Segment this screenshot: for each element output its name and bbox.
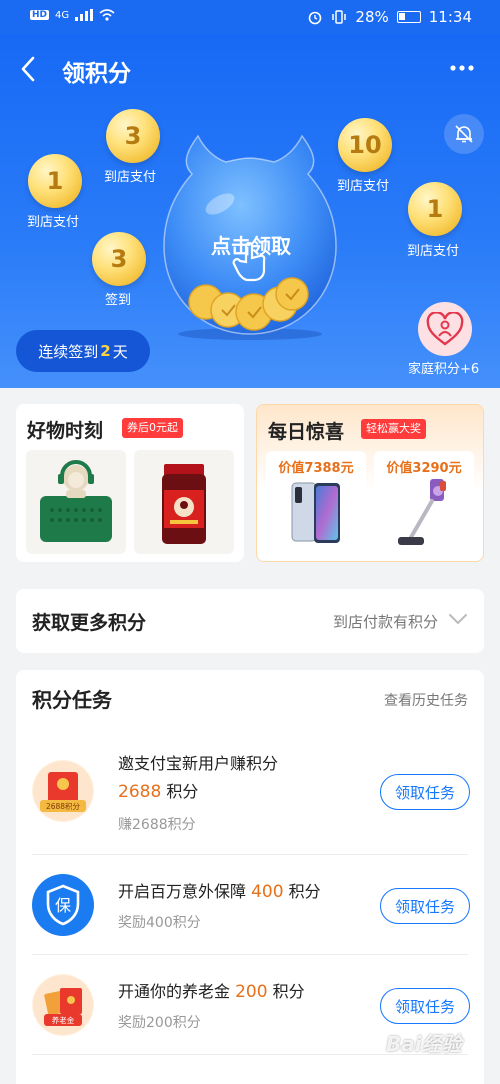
coin-label: 到店支付 [337, 179, 390, 194]
red-envelope-icon: 2688积分 [32, 760, 94, 822]
promo-card-goods[interactable]: 好物时刻 券后0元起 [16, 404, 244, 562]
vibrate-icon [332, 10, 347, 24]
alarm-icon [309, 11, 322, 25]
claim-task-button[interactable]: 领取任务 [380, 888, 470, 924]
back-icon[interactable] [20, 56, 36, 86]
insurance-shield-icon: 保 [32, 874, 94, 936]
points-tasks-section: 积分任务 查看历史任务 2688积分 邀支付宝新用户赚积分 2688 积分 赚2… [16, 670, 484, 1084]
phone-product-icon [291, 482, 340, 543]
points-coin[interactable]: 1 [28, 154, 82, 208]
streak-days: 2 [100, 342, 111, 360]
coin-label: 到店支付 [104, 170, 157, 185]
task-title: 邀支付宝新用户赚积分 [118, 754, 279, 773]
promo-tag: 券后0元起 [122, 418, 183, 438]
speaker-product-icon [40, 460, 112, 542]
task-history-link[interactable]: 查看历史任务 [384, 690, 468, 710]
section-title: 获取更多积分 [32, 612, 147, 634]
task-title: 开通你的养老金 200 积分 [118, 978, 305, 1002]
task-points-unit: 积分 [166, 782, 199, 801]
task-reward: 奖励400积分 [118, 915, 201, 931]
coin-label: 到店支付 [407, 244, 460, 259]
promo-card-daily-surprise[interactable]: 每日惊喜 轻松赢大奖 价值7388元 价值3290元 [256, 404, 484, 562]
divider [32, 954, 468, 955]
promo-title: 每日惊喜 [268, 421, 345, 443]
streak-prefix: 连续签到 [38, 342, 99, 361]
hd-badge: HD [30, 10, 50, 20]
claim-label[interactable]: 点击领取 [200, 230, 302, 259]
pension-envelope-icon: 养老金 [32, 974, 94, 1036]
family-points-label[interactable]: 家庭积分+6 [408, 358, 479, 377]
family-points-icon[interactable] [418, 302, 472, 356]
section-subtitle: 到店付款有积分 [332, 613, 438, 631]
task-reward: 赚2688积分 [118, 817, 196, 833]
product-tile-speaker[interactable] [26, 450, 126, 554]
more-points-section[interactable]: 获取更多积分 到店付款有积分 [16, 589, 484, 653]
claim-task-button[interactable]: 领取任务 [380, 774, 470, 810]
streak-suffix: 天 [112, 342, 128, 361]
watermark: Bai经验 [386, 1032, 462, 1056]
task-points-value: 400 [251, 882, 284, 902]
points-coin[interactable]: 1 [408, 182, 462, 236]
product-tile-vacuum[interactable]: 价值3290元 [374, 451, 474, 555]
task-points-value: 2688 [118, 782, 162, 802]
task-points: 2688 积分 [118, 778, 198, 802]
battery-percent: 28% [355, 8, 389, 26]
divider [32, 854, 468, 855]
network-label: 4G [55, 9, 70, 21]
task-reward: 奖励200积分 [118, 1015, 201, 1031]
task-points-unit: 积分 [288, 882, 321, 901]
task-points-value: 200 [235, 982, 268, 1002]
status-bar: HD 4G 28% 11:34 [0, 0, 500, 34]
points-coin[interactable]: 10 [338, 118, 392, 172]
sign-in-streak[interactable]: 连续签到 2 天 [16, 330, 150, 372]
promo-tag: 轻松赢大奖 [361, 419, 426, 439]
wifi-icon [99, 9, 115, 21]
coin-label: 到店支付 [27, 215, 80, 230]
section-title: 积分任务 [32, 688, 112, 712]
icon-caption: 养老金 [52, 1015, 75, 1025]
notification-bell-icon[interactable] [444, 114, 484, 154]
task-title: 开启百万意外保障 400 积分 [118, 878, 321, 902]
page-title: 领积分 [62, 61, 131, 87]
sauce-jar-product-icon [162, 464, 206, 544]
icon-caption: 保 [55, 896, 71, 915]
product-tile-phone[interactable]: 价值7388元 [266, 451, 366, 555]
signal-icon [75, 9, 94, 21]
product-tile-sauce[interactable] [134, 450, 234, 554]
task-title-text: 开通你的养老金 [118, 982, 231, 1001]
points-coin[interactable]: 3 [106, 109, 160, 163]
icon-caption: 2688积分 [46, 801, 81, 811]
more-icon[interactable] [450, 52, 474, 77]
battery-icon [396, 11, 421, 23]
vacuum-product-icon [398, 479, 446, 545]
clock: 11:34 [428, 8, 472, 26]
points-coin[interactable]: 3 [92, 232, 146, 286]
claim-task-button[interactable]: 领取任务 [380, 988, 470, 1024]
task-title-text: 开启百万意外保障 [118, 882, 247, 901]
promo-title: 好物时刻 [27, 420, 104, 442]
task-points-unit: 积分 [272, 982, 305, 1001]
chevron-down-icon[interactable] [448, 609, 468, 629]
coin-label: 签到 [105, 293, 132, 308]
points-hero: 领积分 1 到店支付 3 到店支付 3 签到 10 到店支付 1 到店支付 点击… [0, 34, 500, 388]
